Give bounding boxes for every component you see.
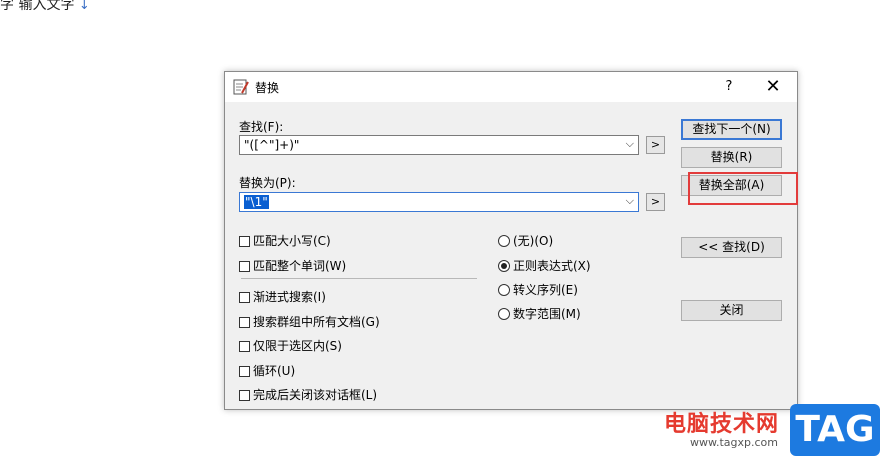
replace-value: "\1" [244, 195, 269, 209]
match-case-checkbox[interactable]: 匹配大小写(C) [239, 232, 331, 249]
close-icon[interactable]: ✕ [761, 76, 785, 98]
radio-icon [498, 308, 510, 320]
radio-label: 正则表达式(X) [513, 259, 591, 273]
radio-label: 数字范围(M) [513, 307, 581, 321]
watermark-site-name: 电脑技术网 [664, 412, 780, 437]
divider [241, 278, 477, 279]
chevron-down-icon[interactable]: ⌵ [626, 137, 634, 151]
checkbox-icon [239, 390, 250, 401]
checkbox-label: 搜索群组中所有文档(G) [253, 315, 380, 329]
radio-regex[interactable]: 正则表达式(X) [498, 257, 591, 274]
radio-selected-icon [498, 260, 510, 272]
checkbox-label: 匹配大小写(C) [253, 234, 331, 248]
app-icon [233, 79, 249, 95]
close-button[interactable]: 关闭 [681, 300, 782, 321]
replace-dialog: 替换 ? ✕ 查找(F): "([^"]+)" ⌵ > 替换为(P): "\1"… [224, 71, 798, 410]
replace-button[interactable]: 替换(R) [681, 147, 782, 168]
radio-icon [498, 284, 510, 296]
checkbox-label: 仅限于选区内(S) [253, 339, 342, 353]
checkbox-icon [239, 366, 250, 377]
radio-none[interactable]: (无)(O) [498, 232, 553, 249]
highlight-box [688, 172, 798, 205]
find-label: 查找(F): [239, 120, 284, 134]
checkbox-icon [239, 292, 250, 303]
checkbox-label: 渐进式搜索(I) [253, 290, 326, 304]
help-button[interactable]: ? [719, 77, 739, 97]
replace-input[interactable]: "\1" ⌵ [239, 192, 639, 212]
radio-label: (无)(O) [513, 234, 554, 248]
find-expand-button[interactable]: > [646, 136, 665, 154]
close-when-done-checkbox[interactable]: 完成后关闭该对话框(L) [239, 386, 377, 403]
title-bar: 替换 ? ✕ [225, 72, 797, 102]
replace-label: 替换为(P): [239, 176, 296, 190]
radio-icon [498, 235, 510, 247]
checkbox-label: 完成后关闭该对话框(L) [253, 388, 378, 402]
replace-expand-button[interactable]: > [646, 193, 665, 211]
dialog-title: 替换 [255, 81, 280, 95]
radio-escape[interactable]: 转义序列(E) [498, 281, 578, 298]
wrap-around-checkbox[interactable]: 循环(U) [239, 362, 295, 379]
checkbox-icon [239, 341, 250, 352]
checkbox-label: 匹配整个单词(W) [253, 259, 347, 273]
whole-word-checkbox[interactable]: 匹配整个单词(W) [239, 257, 346, 274]
paragraph-mark-icon: ↓ [78, 0, 90, 13]
watermark-url: www.tagxp.com [690, 436, 778, 449]
checkbox-icon [239, 261, 250, 272]
chevron-down-icon[interactable]: ⌵ [626, 194, 634, 208]
radio-number-range[interactable]: 数字范围(M) [498, 305, 581, 322]
document-text: 字 输入文字 ↓ [0, 0, 90, 14]
watermark-tag-logo: TAG [790, 404, 880, 456]
find-next-button[interactable]: 查找下一个(N) [681, 119, 782, 140]
find-input[interactable]: "([^"]+)" ⌵ [239, 135, 639, 155]
document-line: 字 输入文字 [0, 0, 75, 13]
find-value: "([^"]+)" [244, 138, 300, 152]
checkbox-label: 循环(U) [253, 364, 296, 378]
selection-only-checkbox[interactable]: 仅限于选区内(S) [239, 337, 342, 354]
checkbox-icon [239, 317, 250, 328]
incremental-search-checkbox[interactable]: 渐进式搜索(I) [239, 288, 326, 305]
search-all-docs-checkbox[interactable]: 搜索群组中所有文档(G) [239, 313, 380, 330]
radio-label: 转义序列(E) [513, 283, 578, 297]
checkbox-icon [239, 236, 250, 247]
find-less-button[interactable]: << 查找(D) [681, 237, 782, 258]
